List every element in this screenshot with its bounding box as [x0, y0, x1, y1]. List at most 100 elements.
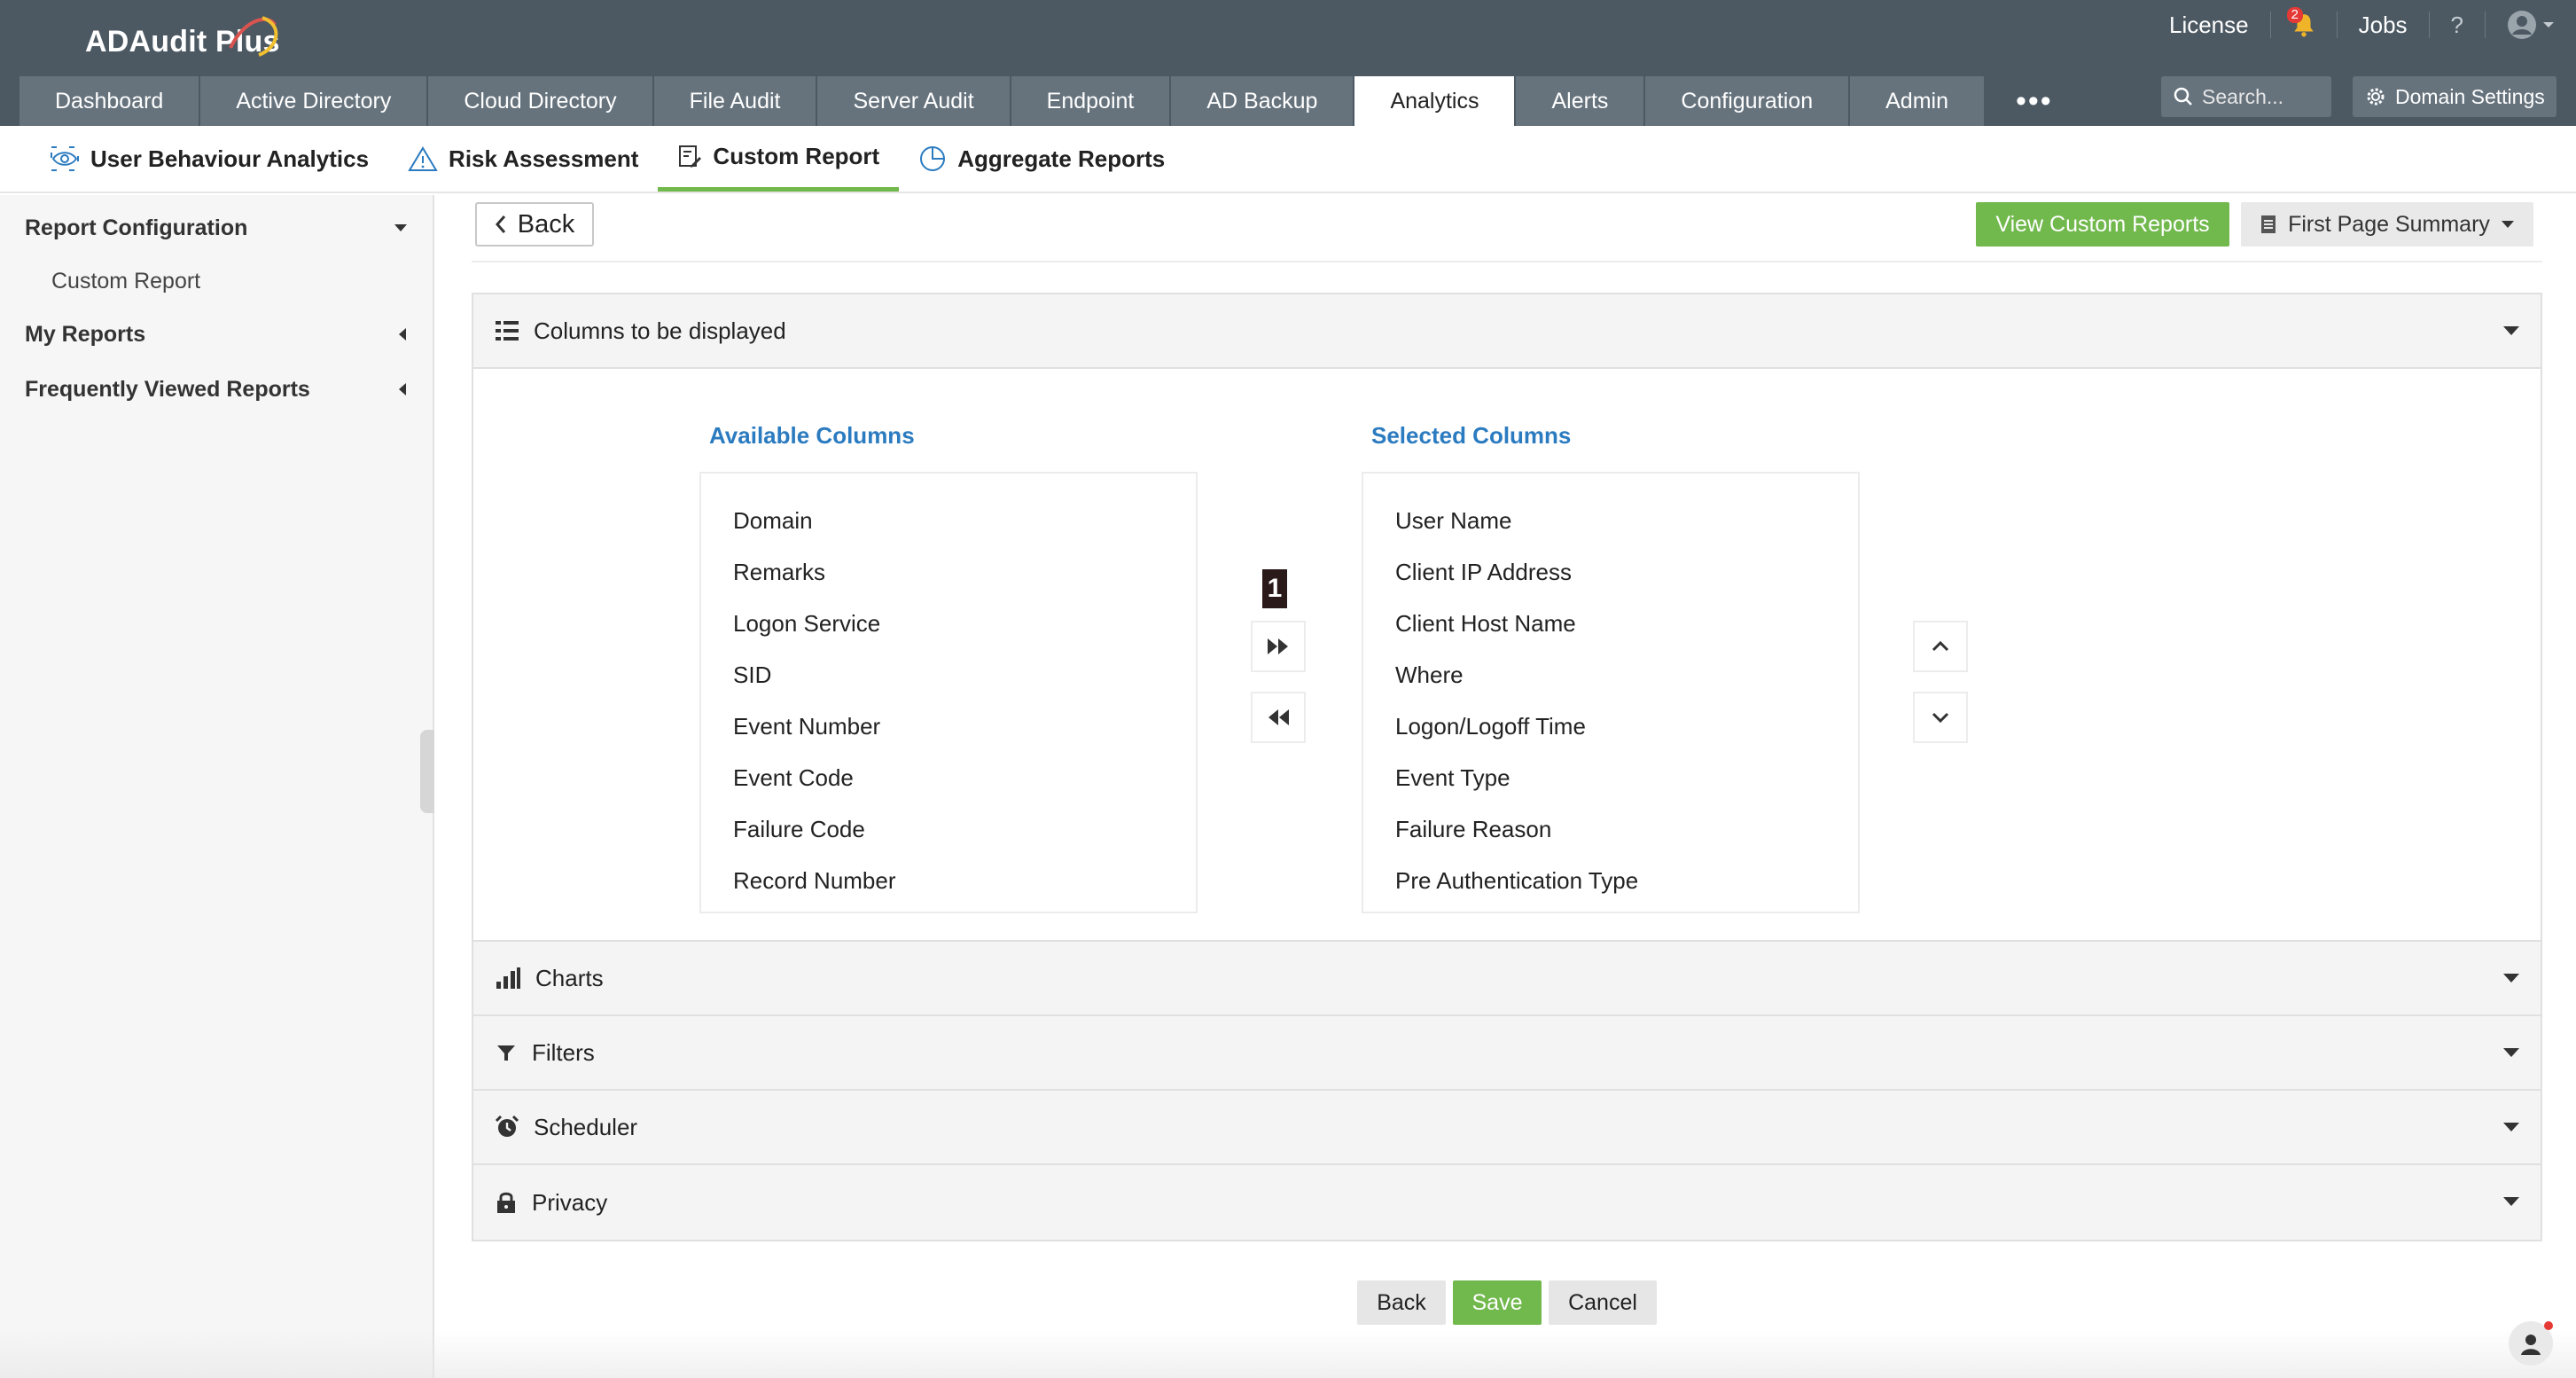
- list-item[interactable]: Event Type: [1363, 752, 1858, 803]
- support-agent-icon: [2521, 1335, 2541, 1355]
- list-item[interactable]: Logon/Logoff Time: [1363, 701, 1858, 752]
- sidebar-item-report-configuration[interactable]: Report Configuration: [0, 200, 433, 255]
- chevron-up-icon: [1932, 640, 1949, 652]
- filters-section-header[interactable]: Filters: [473, 1016, 2541, 1091]
- section-title: Columns to be displayed: [534, 317, 786, 344]
- list-item[interactable]: Domain: [701, 495, 1196, 546]
- tab-file-audit[interactable]: File Audit: [653, 76, 818, 126]
- notification-count-badge: 2: [2286, 7, 2303, 23]
- chevron-down-icon: [2543, 22, 2554, 27]
- charts-section-header[interactable]: Charts: [473, 942, 2541, 1016]
- alarm-clock-icon: [495, 1115, 519, 1137]
- search-icon: [2174, 87, 2192, 106]
- tab-configuration[interactable]: Configuration: [1645, 76, 1851, 126]
- section-title: Charts: [535, 964, 604, 991]
- tab-user-behaviour-analytics[interactable]: User Behaviour Analytics: [30, 126, 388, 192]
- first-page-summary-dropdown[interactable]: First Page Summary: [2241, 202, 2533, 247]
- divider: [472, 261, 2542, 262]
- back-button[interactable]: Back: [475, 202, 594, 247]
- search-placeholder: Search...: [2202, 84, 2284, 108]
- notifications-button[interactable]: 2: [2271, 7, 2337, 37]
- caret-down-icon: [2503, 1123, 2519, 1131]
- tab-label: Risk Assessment: [449, 145, 639, 172]
- caret-left-icon: [399, 328, 406, 341]
- top-right-menu: License 2 Jobs ?: [2148, 7, 2576, 43]
- tab-cloud-directory[interactable]: Cloud Directory: [428, 76, 654, 126]
- sidebar-item-my-reports[interactable]: My Reports: [0, 307, 433, 362]
- double-chevron-left-icon: [1268, 709, 1289, 725]
- form-actions: Back Save Cancel: [1357, 1280, 1657, 1325]
- user-menu-button[interactable]: [2486, 10, 2576, 40]
- privacy-section-header[interactable]: Privacy: [473, 1165, 2541, 1240]
- report-edit-icon: [679, 145, 702, 168]
- domain-settings-button[interactable]: Domain Settings: [2353, 76, 2556, 117]
- selected-columns-title: Selected Columns: [1371, 422, 1572, 449]
- license-link[interactable]: License: [2148, 12, 2270, 39]
- tab-analytics[interactable]: Analytics: [1354, 76, 1517, 126]
- gear-icon: [2367, 88, 2385, 106]
- move-all-right-button[interactable]: [1251, 621, 1306, 672]
- tab-admin[interactable]: Admin: [1850, 76, 1986, 126]
- move-down-button[interactable]: [1913, 692, 1968, 743]
- scheduler-section-header[interactable]: Scheduler: [473, 1091, 2541, 1165]
- list-item[interactable]: Client Host Name: [1363, 598, 1858, 649]
- search-input[interactable]: Search...: [2161, 76, 2331, 117]
- available-columns-list: Domain Remarks Logon Service SID Event N…: [699, 472, 1198, 913]
- first-page-summary-label: First Page Summary: [2288, 211, 2490, 237]
- list-item[interactable]: Logon Service: [701, 598, 1196, 649]
- tab-alerts[interactable]: Alerts: [1516, 76, 1646, 126]
- view-custom-reports-button[interactable]: View Custom Reports: [1976, 202, 2229, 247]
- sidebar-item-custom-report[interactable]: Custom Report: [0, 255, 433, 307]
- list-item[interactable]: Where: [1363, 649, 1858, 701]
- list-item[interactable]: Event Code: [701, 752, 1196, 803]
- list-item[interactable]: SID: [701, 649, 1196, 701]
- chevron-down-icon: [1932, 712, 1949, 724]
- list-item[interactable]: Remarks: [701, 546, 1196, 598]
- columns-section-header[interactable]: Columns to be displayed: [473, 294, 2541, 369]
- list-item[interactable]: Client IP Address: [1363, 546, 1858, 598]
- sidebar-item-label: Report Configuration: [25, 215, 248, 240]
- caret-down-icon: [2503, 1197, 2519, 1206]
- list-icon: [496, 321, 519, 341]
- main-navigation: Dashboard Active Directory Cloud Directo…: [20, 76, 2083, 126]
- cancel-button[interactable]: Cancel: [1549, 1280, 1657, 1325]
- section-title: Filters: [532, 1038, 595, 1066]
- tab-custom-report[interactable]: Custom Report: [658, 126, 900, 192]
- tab-risk-assessment[interactable]: Risk Assessment: [388, 126, 658, 192]
- footer-back-button[interactable]: Back: [1357, 1280, 1446, 1325]
- more-tabs-button[interactable]: •••: [1986, 76, 2083, 126]
- tab-active-directory[interactable]: Active Directory: [200, 76, 429, 126]
- move-all-left-button[interactable]: [1251, 692, 1306, 743]
- sidebar-collapse-handle[interactable]: [420, 730, 434, 813]
- section-title: Privacy: [532, 1188, 608, 1216]
- tab-aggregate-reports[interactable]: Aggregate Reports: [899, 126, 1184, 192]
- list-item[interactable]: Failure Reason: [1363, 803, 1858, 855]
- caret-down-icon: [2503, 326, 2519, 335]
- jobs-link[interactable]: Jobs: [2338, 12, 2429, 39]
- logo-swoosh-icon: [229, 16, 278, 57]
- list-item[interactable]: Pre Authentication Type: [1363, 855, 1858, 906]
- caret-down-icon: [2501, 221, 2514, 228]
- help-button[interactable]: ?: [2430, 12, 2485, 39]
- tab-label: User Behaviour Analytics: [90, 145, 370, 172]
- list-item[interactable]: Record Number: [701, 855, 1196, 906]
- tab-ad-backup[interactable]: AD Backup: [1171, 76, 1355, 126]
- tab-label: Custom Report: [713, 143, 880, 169]
- save-button[interactable]: Save: [1453, 1280, 1542, 1325]
- sidebar-item-label: Frequently Viewed Reports: [25, 376, 310, 402]
- domain-settings-label: Domain Settings: [2395, 84, 2545, 108]
- columns-section-body: Available Columns Selected Columns Domai…: [473, 369, 2541, 942]
- list-item[interactable]: Event Number: [701, 701, 1196, 752]
- move-up-button[interactable]: [1913, 621, 1968, 672]
- tab-endpoint[interactable]: Endpoint: [1011, 76, 1172, 126]
- sidebar-item-frequently-viewed-reports[interactable]: Frequently Viewed Reports: [0, 362, 433, 417]
- list-item[interactable]: User Name: [1363, 495, 1858, 546]
- tab-label: Aggregate Reports: [957, 145, 1166, 172]
- filter-icon: [497, 1045, 515, 1061]
- support-chat-button[interactable]: [2509, 1321, 2553, 1366]
- list-item[interactable]: Failure Code: [701, 803, 1196, 855]
- tab-server-audit[interactable]: Server Audit: [817, 76, 1011, 126]
- tab-dashboard[interactable]: Dashboard: [20, 76, 201, 126]
- warning-icon: [408, 146, 438, 171]
- lock-icon: [497, 1192, 515, 1213]
